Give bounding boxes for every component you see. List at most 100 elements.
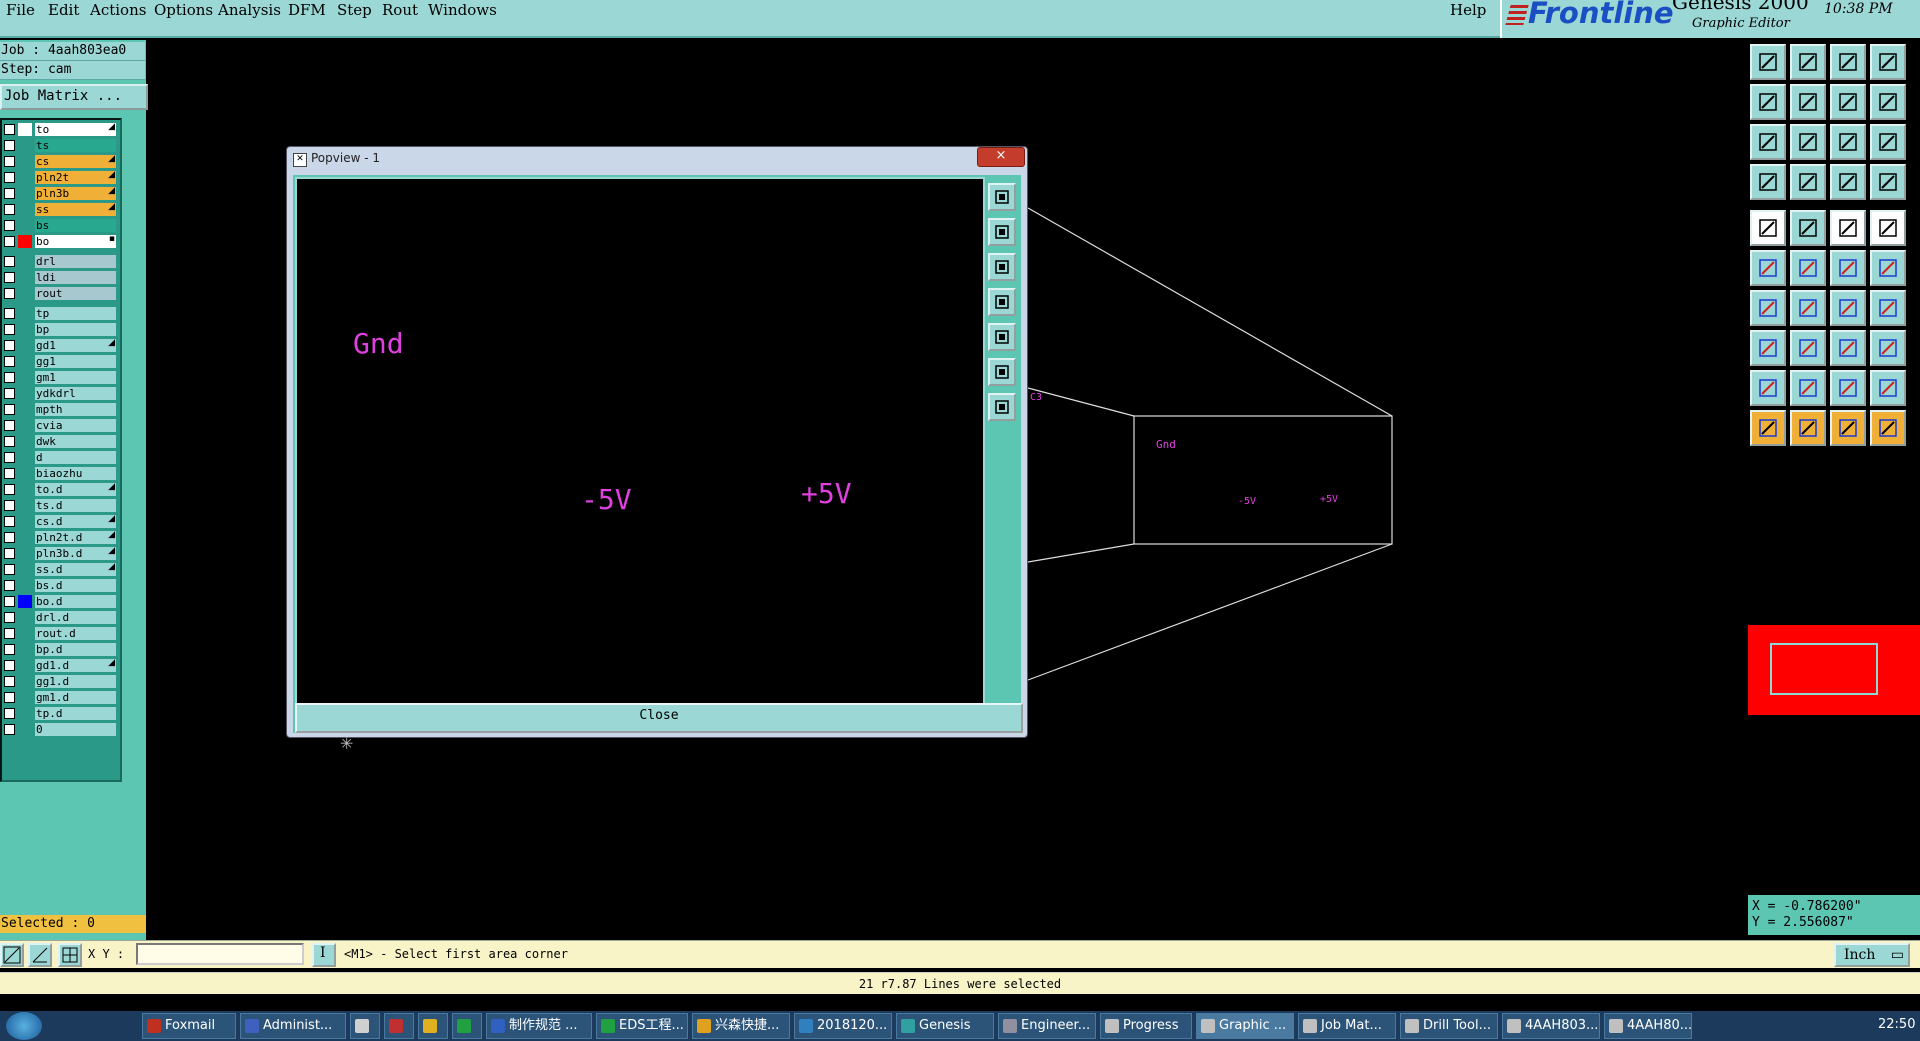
layer-checkbox[interactable] xyxy=(4,420,15,431)
layer-color-swatch[interactable] xyxy=(18,339,32,352)
layer-color-swatch[interactable] xyxy=(18,235,32,248)
layer-row-rout-d[interactable]: rout.d xyxy=(2,626,118,641)
layer-checkbox[interactable] xyxy=(4,404,15,415)
layer-row-ss[interactable]: ss ◢ xyxy=(2,202,118,217)
layer-color-swatch[interactable] xyxy=(18,691,32,704)
tool-button-29[interactable] xyxy=(1750,330,1786,366)
layer-checkbox[interactable] xyxy=(4,532,15,543)
tool-button-31[interactable] xyxy=(1830,330,1866,366)
popview-tool-6[interactable] xyxy=(988,358,1016,386)
layer-checkbox[interactable] xyxy=(4,388,15,399)
tool-button-34[interactable] xyxy=(1790,370,1826,406)
layer-row-bo-d[interactable]: bo.d xyxy=(2,594,118,609)
taskbar-item-6[interactable] xyxy=(452,1013,482,1039)
layer-row-gm1-d[interactable]: gm1.d xyxy=(2,690,118,705)
layer-row-ldi[interactable]: ldi xyxy=(2,270,118,285)
layer-checkbox[interactable] xyxy=(4,436,15,447)
layer-checkbox[interactable] xyxy=(4,156,15,167)
tool-button-40[interactable] xyxy=(1870,410,1906,446)
layer-color-swatch[interactable] xyxy=(18,531,32,544)
layer-checkbox[interactable] xyxy=(4,356,15,367)
layer-row-pln3b-d[interactable]: pln3b.d ◢ xyxy=(2,546,118,561)
snap-button[interactable] xyxy=(0,943,24,967)
layer-checkbox[interactable] xyxy=(4,596,15,607)
layer-color-swatch[interactable] xyxy=(18,723,32,736)
layer-checkbox[interactable] xyxy=(4,188,15,199)
layer-checkbox[interactable] xyxy=(4,516,15,527)
taskbar-item-16[interactable]: Drill Tool... xyxy=(1400,1013,1498,1039)
tool-button-28[interactable] xyxy=(1870,290,1906,326)
layer-row-pln2t-d[interactable]: pln2t.d ◢ xyxy=(2,530,118,545)
tool-button-23[interactable] xyxy=(1830,250,1866,286)
layer-row-d[interactable]: d xyxy=(2,450,118,465)
tool-button-8[interactable] xyxy=(1870,84,1906,120)
layer-color-swatch[interactable] xyxy=(18,595,32,608)
tool-button-24[interactable] xyxy=(1870,250,1906,286)
taskbar-item-13[interactable]: Progress xyxy=(1100,1013,1192,1039)
taskbar-item-1[interactable]: Foxmail xyxy=(142,1013,236,1039)
layer-color-swatch[interactable] xyxy=(18,419,32,432)
tool-button-2[interactable] xyxy=(1790,44,1826,80)
layer-checkbox[interactable] xyxy=(4,372,15,383)
popview-window[interactable]: ✕ Popview - 1 × Gnd -5V +5V Close xyxy=(286,146,1028,738)
taskbar-item-11[interactable]: Genesis xyxy=(896,1013,994,1039)
layer-row-0[interactable]: 0 xyxy=(2,722,118,737)
layer-color-swatch[interactable] xyxy=(18,611,32,624)
taskbar-item-12[interactable]: Engineer... xyxy=(998,1013,1096,1039)
layer-checkbox[interactable] xyxy=(4,256,15,267)
layer-color-swatch[interactable] xyxy=(18,627,32,640)
tool-button-1[interactable] xyxy=(1750,44,1786,80)
window-close-button[interactable]: × xyxy=(977,147,1025,167)
layer-color-swatch[interactable] xyxy=(18,579,32,592)
layer-color-swatch[interactable] xyxy=(18,307,32,320)
layer-color-swatch[interactable] xyxy=(18,355,32,368)
tool-button-27[interactable] xyxy=(1830,290,1866,326)
job-matrix-button[interactable]: Job Matrix ... xyxy=(0,84,148,110)
taskbar-item-9[interactable]: 兴森快捷... xyxy=(692,1013,790,1039)
popview-tool-2[interactable] xyxy=(988,218,1016,246)
layer-row-ss-d[interactable]: ss.d ◢ xyxy=(2,562,118,577)
tool-button-13[interactable] xyxy=(1750,164,1786,200)
layer-row-bp[interactable]: bp xyxy=(2,322,118,337)
layer-row-biaozhu[interactable]: biaozhu xyxy=(2,466,118,481)
layer-row-drl-d[interactable]: drl.d xyxy=(2,610,118,625)
taskbar-item-14[interactable]: Graphic ... xyxy=(1196,1013,1294,1039)
layer-color-swatch[interactable] xyxy=(18,287,32,300)
tool-button-11[interactable] xyxy=(1830,124,1866,160)
tool-button-39[interactable] xyxy=(1830,410,1866,446)
layer-row-ydkdrl[interactable]: ydkdrl xyxy=(2,386,118,401)
layer-checkbox[interactable] xyxy=(4,580,15,591)
layer-row-pln3b[interactable]: pln3b ◢ xyxy=(2,186,118,201)
layer-color-swatch[interactable] xyxy=(18,659,32,672)
layer-color-swatch[interactable] xyxy=(18,467,32,480)
tool-button-26[interactable] xyxy=(1790,290,1826,326)
layer-row-drl[interactable]: drl xyxy=(2,254,118,269)
layer-checkbox[interactable] xyxy=(4,724,15,735)
layer-checkbox[interactable] xyxy=(4,676,15,687)
popview-tool-7[interactable] xyxy=(988,393,1016,421)
menu-step[interactable]: Step xyxy=(337,1,372,19)
layer-checkbox[interactable] xyxy=(4,340,15,351)
layer-row-ts-d[interactable]: ts.d xyxy=(2,498,118,513)
layer-checkbox[interactable] xyxy=(4,172,15,183)
layer-row-dwk[interactable]: dwk xyxy=(2,434,118,449)
layer-checkbox[interactable] xyxy=(4,612,15,623)
tool-button-21[interactable] xyxy=(1750,250,1786,286)
layer-color-swatch[interactable] xyxy=(18,483,32,496)
layer-row-gm1[interactable]: gm1 xyxy=(2,370,118,385)
tool-button-10[interactable] xyxy=(1790,124,1826,160)
menu-options[interactable]: Options xyxy=(154,1,213,19)
layer-checkbox[interactable] xyxy=(4,468,15,479)
tool-button-16[interactable] xyxy=(1870,164,1906,200)
layer-row-to-d[interactable]: to.d ◢ xyxy=(2,482,118,497)
layer-color-swatch[interactable] xyxy=(18,451,32,464)
tool-button-12[interactable] xyxy=(1870,124,1906,160)
layer-checkbox[interactable] xyxy=(4,272,15,283)
layer-color-swatch[interactable] xyxy=(18,371,32,384)
layer-row-gg1[interactable]: gg1 xyxy=(2,354,118,369)
layer-row-bo[interactable]: bo ▪ xyxy=(2,234,118,249)
tool-button-37[interactable] xyxy=(1750,410,1786,446)
tool-button-4[interactable] xyxy=(1870,44,1906,80)
menu-actions[interactable]: Actions xyxy=(90,1,146,19)
popview-close-button[interactable]: Close xyxy=(295,703,1023,733)
